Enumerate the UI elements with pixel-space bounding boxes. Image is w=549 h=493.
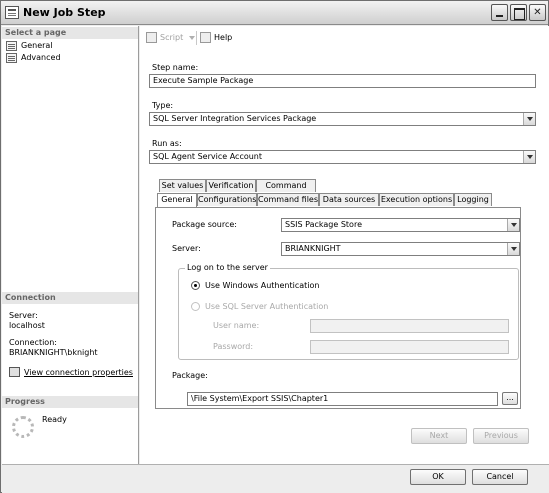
cancel-button[interactable]: Cancel	[472, 469, 528, 485]
chevron-down-icon[interactable]	[507, 243, 519, 255]
server-value: localhost	[9, 321, 45, 330]
logon-group-title: Log on to the server	[185, 263, 270, 272]
package-path-input[interactable]: \File System\Export SSIS\Chapter1	[187, 392, 498, 406]
server-label: Server:	[9, 311, 38, 320]
select-page-header: Select a page	[2, 27, 138, 39]
job-step-icon	[5, 6, 19, 19]
help-icon	[200, 32, 211, 43]
minimize-button[interactable]	[491, 4, 508, 21]
tab-command-files[interactable]: Command files	[257, 193, 319, 206]
dialog-window: New Job Step ✕ Select a page General Adv…	[0, 0, 549, 493]
tab-execution-options[interactable]: Execution options	[379, 193, 454, 206]
chevron-down-icon[interactable]	[523, 151, 535, 163]
type-select[interactable]: SQL Server Integration Services Package	[149, 112, 536, 126]
password-label: Password:	[213, 342, 254, 351]
toolbar: Script Help	[140, 26, 549, 50]
tab-verification[interactable]: Verification	[206, 179, 256, 192]
chevron-down-icon[interactable]	[523, 113, 535, 125]
page-item-general[interactable]: General	[6, 40, 53, 52]
tab-command-line[interactable]: Command line	[256, 179, 316, 202]
ok-button[interactable]: OK	[410, 469, 466, 485]
title-bar[interactable]: New Job Step ✕	[1, 1, 548, 25]
dialog-footer: OK Cancel	[2, 464, 549, 493]
logon-groupbox: Log on to the server Use Windows Authent…	[178, 263, 519, 360]
server-label: Server:	[172, 244, 201, 253]
left-pane: Select a page General Advanced Connectio…	[2, 26, 139, 464]
package-source-select[interactable]: SSIS Package Store	[281, 218, 520, 232]
package-source-value: SSIS Package Store	[285, 220, 362, 229]
user-name-label: User name:	[213, 321, 260, 330]
tab-logging[interactable]: Logging	[454, 193, 492, 206]
window-title: New Job Step	[23, 6, 106, 19]
chevron-down-icon[interactable]	[507, 219, 519, 231]
step-name-input[interactable]: Execute Sample Package	[149, 74, 536, 88]
user-name-input[interactable]	[310, 319, 509, 333]
tab-general[interactable]: General	[157, 193, 197, 207]
progress-spinner-icon	[12, 416, 34, 438]
general-tab-panel: Package source: SSIS Package Store Serve…	[155, 207, 521, 409]
script-label: Script	[160, 33, 184, 42]
page-item-label: General	[21, 41, 53, 50]
windows-auth-label[interactable]: Use Windows Authentication	[205, 281, 319, 290]
page-item-advanced[interactable]: Advanced	[6, 52, 61, 64]
maximize-button[interactable]	[510, 4, 527, 21]
toolbar-divider	[196, 31, 197, 45]
view-connection-properties-link[interactable]: View connection properties	[9, 367, 133, 378]
server-select[interactable]: BRIANKNIGHT	[281, 242, 520, 256]
properties-icon	[9, 367, 20, 377]
windows-auth-radio[interactable]	[191, 281, 200, 290]
progress-status: Ready	[42, 415, 67, 424]
connection-header: Connection	[2, 292, 138, 304]
run-as-value: SQL Agent Service Account	[153, 152, 263, 161]
close-button[interactable]: ✕	[529, 4, 546, 21]
type-value: SQL Server Integration Services Package	[153, 114, 317, 123]
server-value: BRIANKNIGHT	[285, 244, 341, 253]
tab-data-sources[interactable]: Data sources	[319, 193, 379, 206]
page-icon	[6, 53, 17, 63]
connection-value: BRIANKNIGHT\bknight	[9, 348, 98, 357]
package-source-label: Package source:	[172, 220, 237, 229]
run-as-select[interactable]: SQL Agent Service Account	[149, 150, 536, 164]
script-icon	[146, 32, 157, 43]
help-label: Help	[214, 33, 233, 42]
browse-package-button[interactable]: ...	[502, 392, 518, 405]
page-icon	[6, 41, 17, 51]
help-button[interactable]: Help	[200, 32, 232, 44]
page-item-label: Advanced	[21, 53, 61, 62]
step-name-label: Step name:	[152, 63, 199, 72]
password-input[interactable]	[310, 340, 509, 354]
next-button[interactable]: Next	[411, 428, 467, 444]
type-label: Type:	[152, 101, 174, 110]
tab-set-values[interactable]: Set values	[159, 179, 206, 192]
previous-button[interactable]: Previous	[473, 428, 529, 444]
tab-configurations[interactable]: Configurations	[197, 193, 257, 206]
progress-header: Progress	[2, 396, 138, 408]
script-button[interactable]: Script	[146, 32, 183, 44]
sql-auth-radio[interactable]	[191, 302, 200, 311]
view-connection-properties-label: View connection properties	[24, 368, 133, 377]
connection-label: Connection:	[9, 338, 57, 347]
sql-auth-label[interactable]: Use SQL Server Authentication	[205, 302, 328, 311]
script-dropdown-icon[interactable]	[189, 36, 195, 40]
package-label: Package:	[172, 371, 208, 380]
run-as-label: Run as:	[152, 139, 182, 148]
